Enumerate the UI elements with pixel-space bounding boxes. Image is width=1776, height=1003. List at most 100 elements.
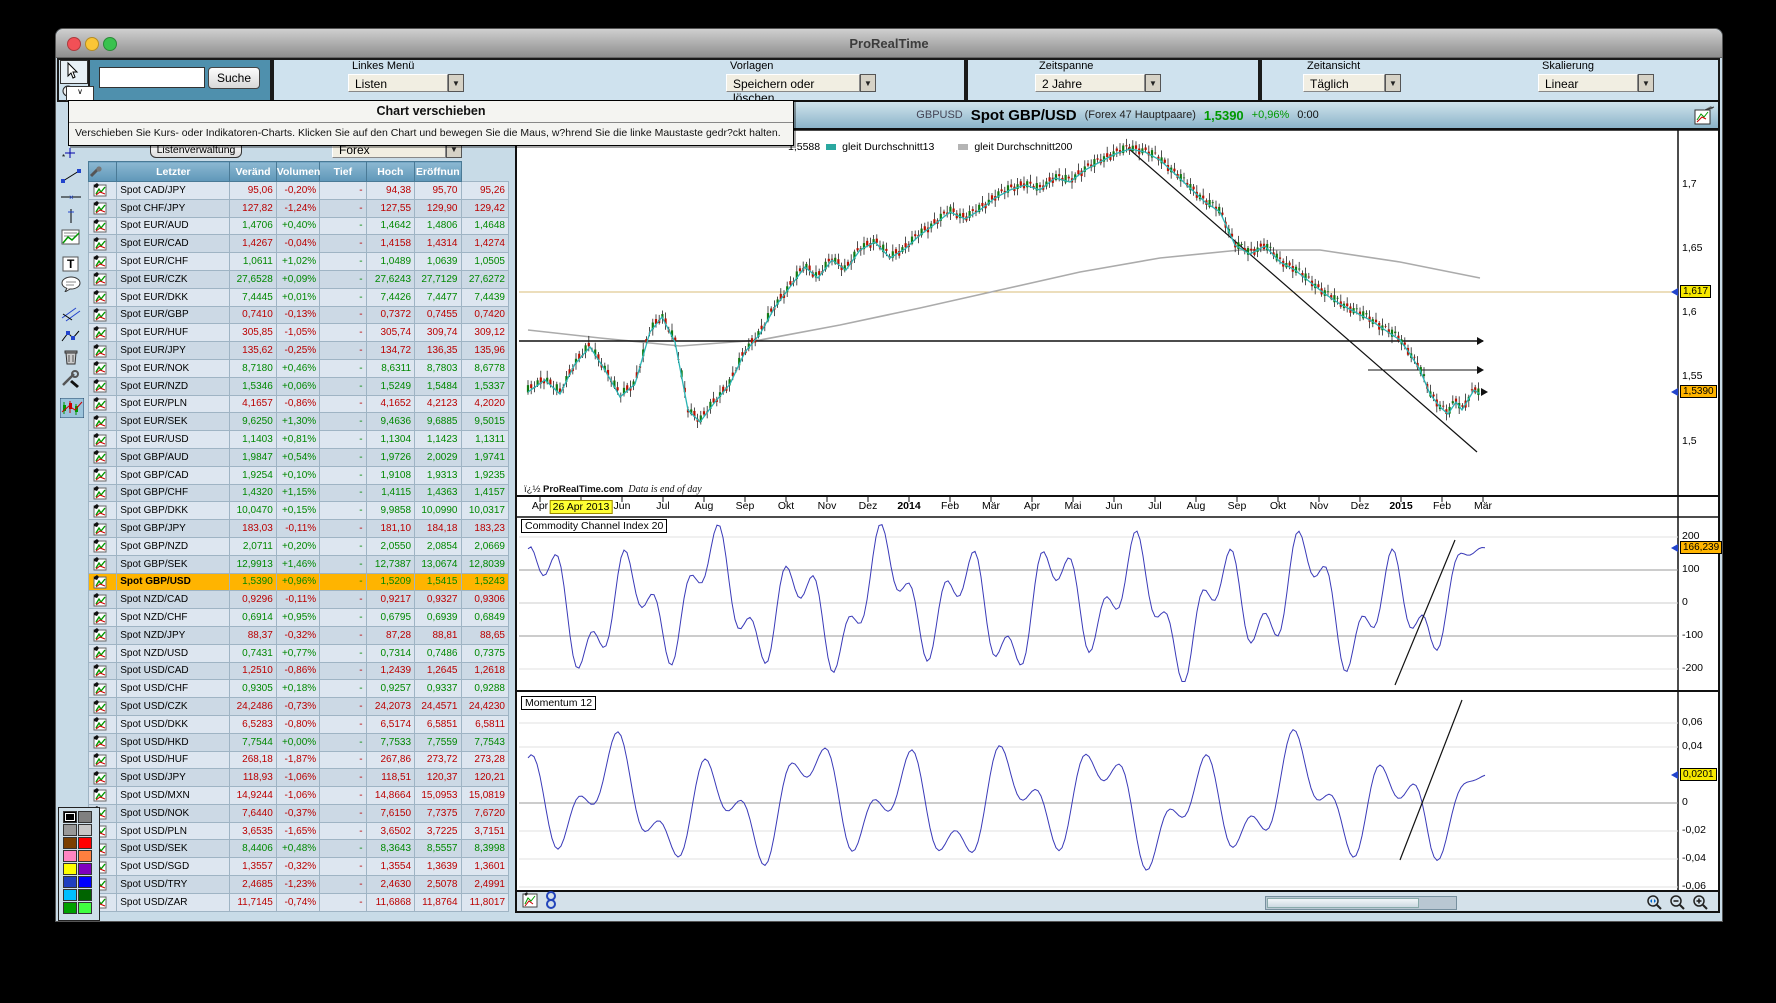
- watchlist-row-cad-jpy[interactable]: Spot CAD/JPY 95,06 -0,20% -94,38 95,70 95,26: [87, 181, 509, 200]
- watchlist-row-eur-chf[interactable]: Spot EUR/CHF 1,0611 +1,02% -1,0489 1,0639 1,0…: [87, 252, 509, 271]
- add-to-chart-icon[interactable]: [87, 625, 118, 645]
- watchlist-row-usd-jpy[interactable]: Spot USD/JPY 118,93 -1,06% -118,51 120,37 120…: [87, 768, 509, 788]
- point-tool-icon[interactable]: *: [60, 146, 84, 166]
- color-swatch-989898[interactable]: [63, 824, 77, 836]
- momentum-indicator-label[interactable]: Momentum 12: [521, 696, 597, 710]
- color-swatch-00a000[interactable]: [63, 902, 77, 914]
- watchlist-row-gbp-chf[interactable]: Spot GBP/CHF 1,4320 +1,15% -1,4115 1,4363 1,4…: [87, 483, 509, 503]
- watchlist-row-gbp-cad[interactable]: Spot GBP/CAD 1,9254 +0,10% -1,9108 1,9313 1,9…: [87, 465, 509, 485]
- column-header-volumen[interactable]: Volumen: [275, 161, 320, 182]
- dropdown-linkes-men-[interactable]: Listen: [348, 74, 448, 92]
- link-chart-icon[interactable]: [545, 891, 557, 910]
- parallel-lines-tool-icon[interactable]: [60, 306, 84, 326]
- dropdown-zeitspanne[interactable]: 2 Jahre: [1035, 74, 1145, 92]
- search-button[interactable]: Suche: [208, 67, 260, 89]
- column-header-eröffnun[interactable]: Eröffnun: [414, 161, 462, 182]
- watchlist-row-gbp-dkk[interactable]: Spot GBP/DKK 10,0470 +0,15% -9,9858 10,0990 1…: [87, 501, 509, 521]
- add-to-chart-icon[interactable]: [87, 198, 118, 218]
- watchlist-row-nzd-cad[interactable]: Spot NZD/CAD 0,9296 -0,11% -0,9217 0,9327 0,9…: [87, 590, 509, 610]
- trendline-tool-icon[interactable]: [60, 168, 84, 188]
- dropdown-arrow-icon-1[interactable]: ▼: [860, 74, 876, 92]
- add-to-chart-icon[interactable]: [87, 287, 118, 307]
- watchlist-row-eur-cad[interactable]: Spot EUR/CAD 1,4267 -0,04% -1,4158 1,4314 1,4…: [87, 234, 509, 254]
- color-swatch-c8c8c8[interactable]: [78, 824, 92, 836]
- dropdown-arrow-icon-3[interactable]: ▼: [1385, 74, 1401, 92]
- vertical-line-tool-icon[interactable]: [60, 208, 84, 228]
- watchlist-row-gbp-usd[interactable]: Spot GBP/USD 1,5390 +0,96% -1,5209 1,5415 1,5…: [87, 572, 509, 592]
- segments-tool-icon[interactable]: [60, 328, 84, 348]
- color-swatch-006400[interactable]: [78, 889, 92, 901]
- watchlist-row-nzd-chf[interactable]: Spot NZD/CHF 0,6914 +0,95% -0,6795 0,6939 0,6…: [87, 608, 509, 627]
- watchlist-row-usd-try[interactable]: Spot USD/TRY 2,4685 -1,23% -2,4630 2,5078 2,4…: [87, 875, 509, 894]
- add-to-chart-icon[interactable]: [87, 519, 118, 538]
- add-to-chart-icon[interactable]: [87, 768, 118, 788]
- add-to-chart-icon[interactable]: [87, 554, 118, 574]
- watchlist-row-nzd-usd[interactable]: Spot NZD/USD 0,7431 +0,77% -0,7314 0,7486 0,7…: [87, 643, 509, 663]
- dropdown-arrow-icon-0[interactable]: ▼: [448, 74, 464, 92]
- add-to-chart-icon[interactable]: [87, 714, 118, 734]
- add-to-chart-icon[interactable]: [87, 358, 118, 378]
- add-to-chart-icon[interactable]: [87, 590, 118, 610]
- add-to-chart-icon[interactable]: [87, 572, 118, 592]
- color-swatch-7b3f00[interactable]: [63, 837, 77, 849]
- add-to-chart-icon[interactable]: [87, 234, 118, 254]
- watchlist-row-eur-czk[interactable]: Spot EUR/CZK 27,6528 +0,09% -27,6243 27,7129…: [87, 269, 509, 289]
- color-swatch-ffff00[interactable]: [63, 863, 77, 875]
- add-to-chart-icon[interactable]: [87, 643, 118, 663]
- add-to-chart-icon[interactable]: [87, 269, 118, 289]
- add-to-chart-icon[interactable]: [87, 412, 118, 432]
- color-swatch-000000[interactable]: [63, 811, 77, 823]
- zoom-mode-dropdown[interactable]: ∨: [66, 86, 94, 101]
- watchlist-row-usd-cad[interactable]: Spot USD/CAD 1,2510 -0,86% -1,2439 1,2645 1,2…: [87, 661, 509, 681]
- color-swatch-ff7f3f[interactable]: [78, 850, 92, 862]
- watchlist-row-usd-chf[interactable]: Spot USD/CHF 0,9305 +0,18% -0,9257 0,9337 0,9…: [87, 679, 509, 699]
- watchlist-row-eur-gbp[interactable]: Spot EUR/GBP 0,7410 -0,13% -0,7372 0,7455 0,7…: [87, 305, 509, 325]
- scrollbar-thumb[interactable]: [1267, 898, 1419, 908]
- text-tool-icon[interactable]: T: [60, 256, 84, 276]
- color-swatch-ff85c2[interactable]: [63, 850, 77, 862]
- watchlist-row-eur-aud[interactable]: Spot EUR/AUD 1,4706 +0,40% -1,4642 1,4806 1,4…: [87, 216, 509, 236]
- color-swatch-00bfff[interactable]: [63, 889, 77, 901]
- add-to-chart-icon[interactable]: [87, 430, 118, 449]
- watchlist-row-usd-nok[interactable]: Spot USD/NOK 7,6440 -0,37% -7,6150 7,7375 7,6…: [87, 803, 509, 823]
- comment-tool-icon[interactable]: [60, 276, 84, 296]
- dropdown-arrow-icon-2[interactable]: ▼: [1145, 74, 1161, 92]
- watchlist-row-eur-jpy[interactable]: Spot EUR/JPY 135,62 -0,25% -134,72 136,35 135…: [87, 341, 509, 360]
- search-input[interactable]: [99, 67, 205, 88]
- add-to-chart-icon[interactable]: [87, 697, 118, 716]
- settings-tools-icon[interactable]: [60, 370, 84, 390]
- column-header-veränd[interactable]: Veränd: [229, 161, 277, 182]
- column-settings-wrench-icon[interactable]: [87, 161, 118, 182]
- watchlist-row-usd-zar[interactable]: Spot USD/ZAR 11,7145 -0,74% -11,6868 11,8764…: [87, 892, 509, 912]
- candlestick-chart-icon[interactable]: [60, 398, 84, 418]
- watchlist-row-usd-mxn[interactable]: Spot USD/MXN 14,9244 -1,06% -14,8664 15,0953…: [87, 786, 509, 805]
- watchlist-row-gbp-nzd[interactable]: Spot GBP/NZD 2,0711 +0,20% -2,0550 2,0854 2,0…: [87, 536, 509, 556]
- watchlist-row-gbp-sek[interactable]: Spot GBP/SEK 12,9913 +1,46% -12,7387 13,0674…: [87, 554, 509, 574]
- watchlist-row-eur-sek[interactable]: Spot EUR/SEK 9,6250 +1,30% -9,4636 9,6885 9,5…: [87, 412, 509, 432]
- add-to-chart-icon[interactable]: [87, 679, 118, 699]
- watchlist-row-usd-czk[interactable]: Spot USD/CZK 24,2486 -0,73% -24,2073 24,4571…: [87, 697, 509, 716]
- watchlist-row-usd-hkd[interactable]: Spot USD/HKD 7,7544 +0,00% -7,7533 7,7559 7,7…: [87, 732, 509, 752]
- chart-options-icon[interactable]: [522, 892, 540, 909]
- add-to-chart-icon[interactable]: [87, 252, 118, 271]
- color-swatch-40ff40[interactable]: [78, 902, 92, 914]
- watchlist-row-eur-pln[interactable]: Spot EUR/PLN 4,1657 -0,86% -4,1652 4,2123 4,2…: [87, 394, 509, 414]
- watchlist-row-eur-nok[interactable]: Spot EUR/NOK 8,7180 +0,46% -8,6311 8,7803 8,6…: [87, 358, 509, 378]
- watchlist-row-eur-huf[interactable]: Spot EUR/HUF 305,85 -1,05% -305,74 309,74 309…: [87, 323, 509, 343]
- add-to-chart-icon[interactable]: [87, 341, 118, 360]
- add-to-chart-icon[interactable]: [87, 483, 118, 503]
- add-to-chart-icon[interactable]: [87, 305, 118, 325]
- watchlist-header-row[interactable]: Letzter Veränd Volumen Tief Hoch Eröffnun: [87, 161, 509, 182]
- watchlist-row-eur-usd[interactable]: Spot EUR/USD 1,1403 +0,81% -1,1304 1,1423 1,1…: [87, 430, 509, 449]
- watchlist-row-usd-pln[interactable]: Spot USD/PLN 3,6535 -1,65% -3,6502 3,7225 3,7…: [87, 821, 509, 841]
- indicator-list-icon[interactable]: [60, 228, 84, 248]
- detach-chart-icon[interactable]: [1694, 104, 1716, 126]
- add-to-chart-icon[interactable]: [87, 501, 118, 521]
- color-swatch-ff0000[interactable]: [78, 837, 92, 849]
- watchlist-row-eur-nzd[interactable]: Spot EUR/NZD 1,5346 +0,06% -1,5249 1,5484 1,5…: [87, 376, 509, 396]
- column-header-letzter[interactable]: Letzter: [116, 161, 231, 182]
- dropdown-arrow-icon-4[interactable]: ▼: [1638, 74, 1654, 92]
- watchlist-row-usd-huf[interactable]: Spot USD/HUF 268,18 -1,87% -267,86 273,72 273…: [87, 750, 509, 770]
- color-swatch-0000ff[interactable]: [78, 876, 92, 888]
- zoom-fit-icon[interactable]: [1645, 893, 1664, 910]
